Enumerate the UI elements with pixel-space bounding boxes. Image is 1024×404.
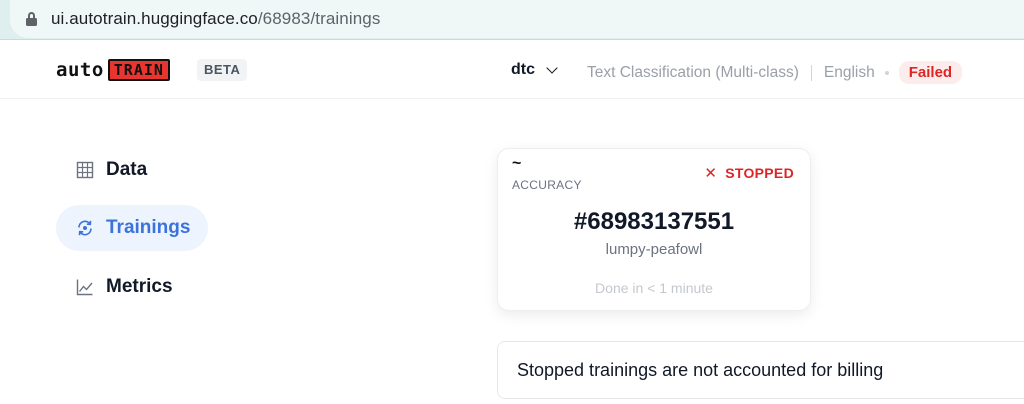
- project-selector[interactable]: dtc: [511, 61, 558, 79]
- logo-train-text: TRAIN: [107, 59, 170, 81]
- chart-line-icon: [76, 279, 93, 296]
- language: English: [823, 63, 875, 81]
- dot-separator: [884, 70, 889, 75]
- run-name: lumpy-peafowl: [605, 241, 703, 258]
- browser-url-bar: ui.autotrain.huggingface.co/68983/traini…: [0, 0, 1024, 40]
- chevron-down-icon: [546, 61, 558, 74]
- close-icon: ✕: [704, 165, 718, 182]
- address-field[interactable]: ui.autotrain.huggingface.co/68983/traini…: [10, 0, 1024, 38]
- project-meta: Text Classification (Multi-class) Englis…: [587, 61, 963, 84]
- billing-notice: Stopped trainings are not accounted for …: [497, 341, 1024, 399]
- project-name: dtc: [511, 61, 535, 78]
- training-status: ✕ STOPPED: [704, 164, 794, 182]
- metric-label: ACCURACY: [512, 178, 582, 192]
- beta-badge: BETA: [197, 59, 248, 81]
- metric-value: ~: [512, 155, 522, 172]
- billing-notice-text: Stopped trainings are not accounted for …: [517, 359, 884, 380]
- run-duration: Done in < 1 minute: [595, 280, 713, 296]
- divider: [810, 64, 812, 81]
- autotrain-logo[interactable]: auto TRAIN: [56, 59, 170, 81]
- training-card[interactable]: ~ ACCURACY ✕ STOPPED #68983137551 lumpy-…: [497, 148, 811, 311]
- sidebar-item-metrics[interactable]: Metrics: [56, 264, 208, 310]
- url-text[interactable]: ui.autotrain.huggingface.co/68983/traini…: [51, 9, 380, 29]
- app-header: auto TRAIN BETA dtc Text Classification …: [0, 41, 1024, 99]
- sidebar-item-data[interactable]: Data: [56, 147, 208, 193]
- refresh-icon: [78, 220, 92, 236]
- task-type: Text Classification (Multi-class): [587, 63, 799, 81]
- sidebar-item-label: Data: [106, 159, 148, 180]
- training-status-label: STOPPED: [725, 165, 794, 181]
- run-id: #68983137551: [573, 208, 735, 235]
- sidebar-item-label: Trainings: [106, 217, 191, 238]
- sidebar-item-label: Metrics: [106, 276, 173, 297]
- status-badge: Failed: [898, 61, 963, 84]
- logo-auto-text: auto: [56, 59, 104, 81]
- lock-icon[interactable]: [26, 12, 37, 26]
- sidebar-item-trainings[interactable]: Trainings: [56, 205, 208, 251]
- grid-icon: [76, 161, 94, 179]
